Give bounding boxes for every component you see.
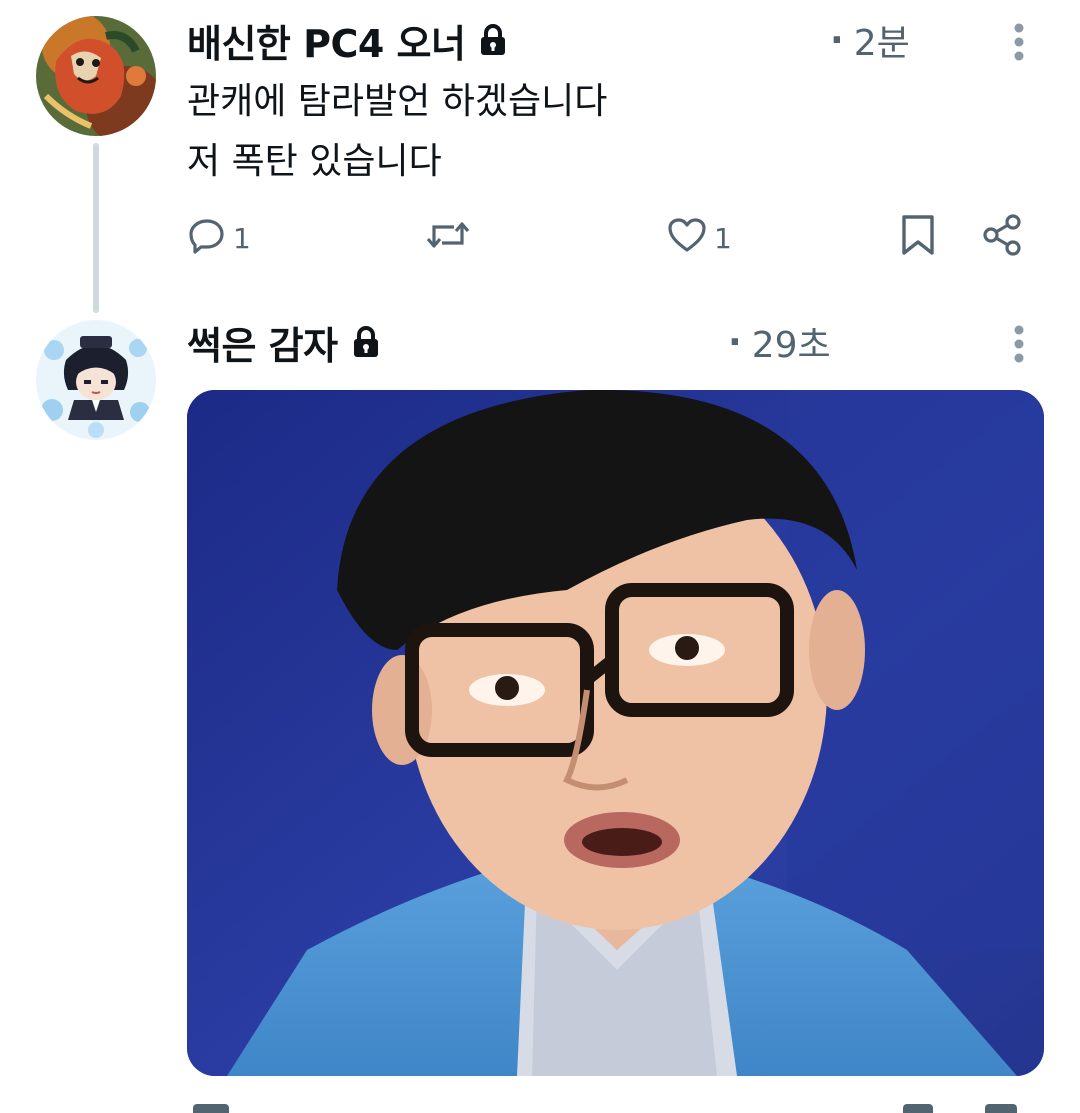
post-actions: 1 1 (187, 208, 1027, 268)
like-button[interactable]: 1 (666, 208, 732, 268)
like-icon (666, 215, 708, 262)
next-row-bookmark-icon-peek (903, 1104, 933, 1113)
timestamp-value: 2분 (853, 23, 910, 64)
lock-icon (479, 24, 507, 56)
retweet-button[interactable] (424, 208, 478, 268)
reply-button[interactable]: 1 (187, 208, 251, 268)
thread-connector-line (93, 143, 99, 313)
post-header: 배신한 PC4 오너 (187, 10, 507, 70)
display-name[interactable]: 썩은 감자 (187, 315, 338, 370)
post-header: 썩은 감자 (187, 312, 380, 372)
bookmark-button[interactable] (900, 208, 936, 268)
post-text: 관캐에 탐라발언 하겠습니다 저 폭탄 있습니다 (187, 72, 607, 192)
post-media-image[interactable] (187, 390, 1044, 1076)
share-icon (980, 213, 1024, 264)
timestamp[interactable]: · 29초 (728, 312, 831, 372)
display-name[interactable]: 배신한 PC4 오너 (187, 13, 466, 68)
timestamp-separator: · (830, 19, 844, 61)
timestamp-separator: · (728, 321, 742, 363)
timestamp-value: 29초 (751, 325, 831, 366)
avatar[interactable] (36, 320, 156, 440)
like-count: 1 (714, 221, 732, 255)
reply-count: 1 (233, 221, 251, 255)
tweet-thread: 배신한 PC4 오너 · 2분 관캐에 탐라발언 하겠습니다 저 폭탄 있습니다 (0, 0, 1080, 1113)
more-vertical-icon[interactable] (999, 12, 1039, 72)
bookmark-icon (900, 213, 936, 264)
retweet-icon (424, 215, 472, 262)
lock-icon (352, 326, 380, 358)
next-row-reply-icon-peek (193, 1104, 229, 1113)
avatar[interactable] (36, 16, 156, 136)
reply-icon (187, 215, 227, 262)
timestamp[interactable]: · 2분 (830, 10, 910, 70)
post-text-line: 관캐에 탐라발언 하겠습니다 (187, 81, 608, 122)
more-vertical-icon[interactable] (999, 314, 1039, 374)
next-row-share-icon-peek (985, 1104, 1017, 1113)
post-text-line: 저 폭탄 있습니다 (187, 141, 442, 182)
share-button[interactable] (980, 208, 1024, 268)
